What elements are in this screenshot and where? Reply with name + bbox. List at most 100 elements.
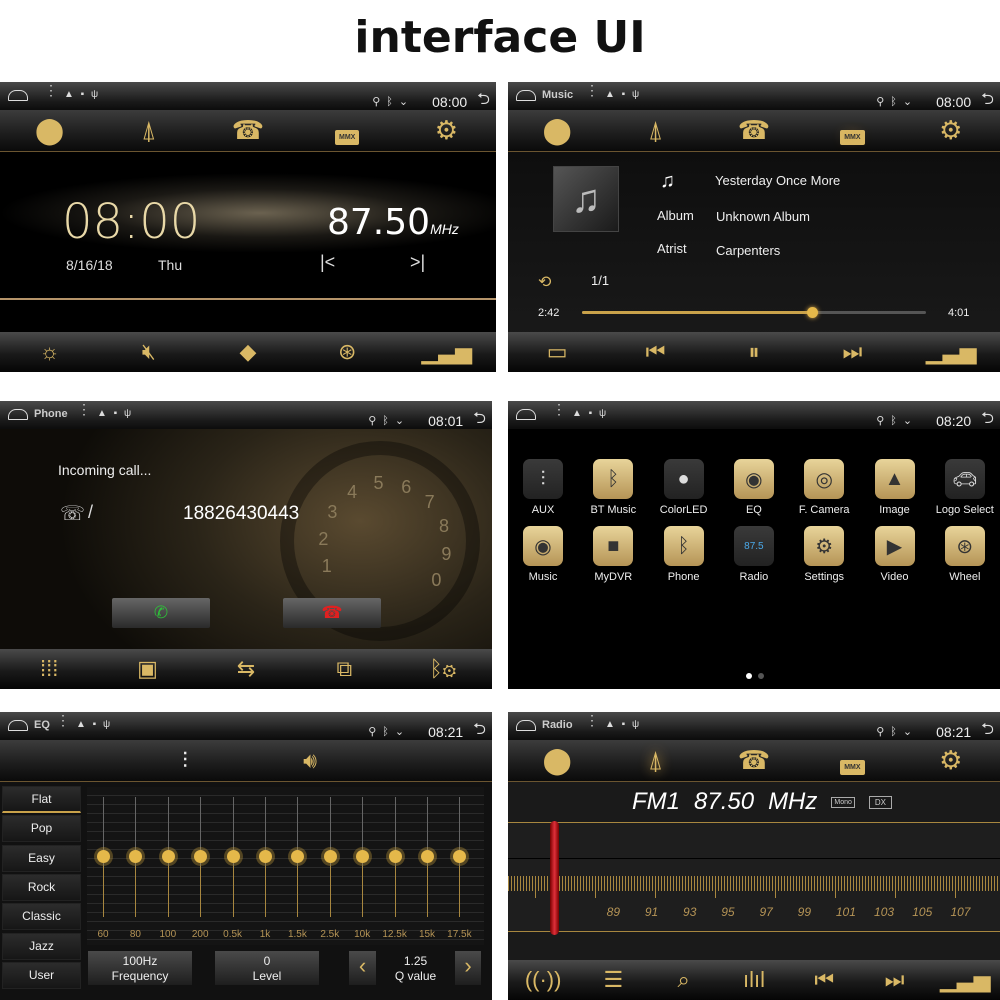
band-slider-knob[interactable] (194, 850, 208, 863)
folder-icon[interactable]: ▭ (532, 339, 582, 365)
mono-badge[interactable]: Mono (831, 796, 855, 808)
radio-tower-icon[interactable]: ⍋ (626, 115, 686, 147)
next-station-button[interactable]: >| (410, 252, 425, 273)
equalizer-icon[interactable]: ▁▃▅ (926, 339, 977, 365)
mmx-folder-icon[interactable]: MMX (822, 115, 882, 146)
previous-icon[interactable]: ⏮ (799, 967, 849, 993)
band-slider-knob[interactable] (453, 850, 467, 863)
app-wheel[interactable]: ⊛ Wheel (932, 526, 998, 583)
home-button[interactable] (516, 720, 536, 731)
settings-icon[interactable]: ⚙ (416, 115, 476, 146)
apps-icon[interactable]: ◆ (223, 339, 273, 365)
speaker-icon[interactable]: 🔊︎ (280, 748, 340, 774)
home-button[interactable] (516, 409, 536, 420)
band-slider-knob[interactable] (129, 850, 143, 863)
signal-icon[interactable]: ((·)) (518, 967, 568, 993)
progress-knob[interactable] (807, 307, 819, 318)
level-button[interactable]: 0 Level (214, 950, 320, 986)
preset-pop[interactable]: Pop (2, 815, 81, 843)
mute-icon[interactable]: 🔇︎ (124, 339, 174, 365)
previous-icon[interactable]: ⏮ (631, 339, 681, 365)
preset-rock[interactable]: Rock (2, 873, 81, 901)
preset-classic[interactable]: Classic (2, 903, 81, 931)
app-colorled[interactable]: ● ColorLED (651, 459, 717, 516)
phone-icon[interactable]: ☎ (218, 115, 278, 146)
navigation-icon[interactable]: ⬤ (20, 115, 80, 146)
app-logo-select[interactable]: 🚗︎ Logo Select (932, 459, 998, 516)
band-slider-knob[interactable] (161, 850, 175, 863)
home-button[interactable] (8, 90, 28, 101)
q-decrease-button[interactable]: ‹ (348, 950, 377, 986)
band-slider-knob[interactable] (259, 850, 272, 863)
band-slider-knob[interactable] (291, 850, 305, 863)
home-button[interactable] (516, 90, 536, 101)
preset-flat[interactable]: Flat (2, 786, 81, 813)
navigation-icon[interactable]: ⬤ (527, 115, 587, 146)
home-button[interactable] (8, 409, 28, 420)
mmx-folder-icon[interactable]: MMX (822, 745, 882, 776)
band-slider-knob[interactable] (226, 850, 240, 863)
repeat-icon[interactable]: ⟲ (538, 272, 551, 292)
answer-button[interactable]: ✆ (112, 598, 210, 628)
sliders-icon[interactable]: ⫶ (155, 748, 215, 774)
preset-easy[interactable]: Easy (2, 844, 81, 872)
contacts-icon[interactable]: ▣ (123, 656, 173, 682)
back-button[interactable]: ⮌ (473, 407, 486, 434)
app-music[interactable]: ◉ Music (510, 526, 576, 583)
radio-tower-icon[interactable]: ⍋ (119, 115, 179, 147)
call-log-icon[interactable]: ⇆ (221, 656, 271, 682)
q-increase-button[interactable]: › (454, 950, 482, 986)
radio-frequency[interactable]: 87.50MHz (327, 202, 459, 243)
dialpad-icon[interactable]: ⁞⁞⁞ (24, 656, 74, 682)
menu-icon[interactable]: ⋮ (552, 402, 566, 416)
menu-icon[interactable]: ⋮ (585, 713, 599, 727)
app-f-camera[interactable]: ◎ F. Camera (791, 459, 857, 516)
app-aux[interactable]: ⫶ AUX (510, 459, 576, 516)
settings-icon[interactable]: ⚙ (921, 745, 981, 776)
progress-track[interactable] (582, 307, 926, 318)
previous-station-button[interactable]: |< (320, 252, 335, 273)
page-dot-active[interactable] (746, 673, 752, 679)
app-bt-music[interactable]: ᛒ BT Music (580, 459, 646, 516)
band-slider-knob[interactable] (421, 850, 434, 863)
navigation-icon[interactable]: ⬤ (527, 745, 587, 776)
preset-user[interactable]: User (2, 961, 81, 989)
brightness-icon[interactable]: ☼ (25, 339, 75, 365)
frequency-button[interactable]: 100Hz Frequency (87, 950, 193, 986)
bluetooth-settings-icon[interactable]: ᛒ⚙ (418, 656, 468, 682)
home-button[interactable] (8, 720, 28, 731)
pause-icon[interactable]: ⏸ (729, 339, 779, 365)
mmx-folder-icon[interactable]: MMX (317, 115, 377, 146)
dx-badge[interactable]: DX (868, 795, 893, 809)
app-radio[interactable]: 87.5 Radio (721, 526, 787, 583)
band-slider-knob[interactable] (97, 850, 110, 863)
radio-tower-icon[interactable]: ⍋ (626, 745, 686, 777)
page-dot[interactable] (758, 673, 764, 679)
app-phone[interactable]: ᛒ Phone (651, 526, 717, 583)
tuning-needle[interactable] (550, 821, 559, 935)
steering-wheel-icon[interactable]: ⊛ (322, 339, 372, 365)
equalizer-icon[interactable]: ▁▃▅ (940, 967, 991, 993)
next-icon[interactable]: ⏭ (827, 339, 877, 365)
tuning-dial[interactable]: 89 91 93 95 97 99 101 103 105 107 (508, 821, 1000, 935)
band-slider-knob[interactable] (323, 850, 337, 863)
app-mydvr[interactable]: ■ MyDVR (580, 526, 646, 583)
preset-jazz[interactable]: Jazz (2, 932, 81, 960)
next-icon[interactable]: ⏭ (870, 967, 920, 993)
menu-icon[interactable]: ⋮ (56, 713, 70, 727)
spectrum-icon[interactable]: ılıl (729, 967, 779, 993)
menu-icon[interactable]: ⋮ (77, 402, 91, 416)
band-slider-knob[interactable] (356, 850, 370, 863)
search-icon[interactable]: ⌕ (659, 967, 709, 993)
equalizer-icon[interactable]: ▁▃▅ (421, 339, 472, 365)
app-settings[interactable]: ⚙ Settings (791, 526, 857, 583)
menu-icon[interactable]: ⋮ (44, 83, 58, 97)
app-eq[interactable]: ◉ EQ (721, 459, 787, 516)
reject-button[interactable]: ☎ (283, 598, 381, 628)
phone-icon[interactable]: ☎ (724, 115, 784, 146)
band-slider-knob[interactable] (388, 850, 402, 863)
app-image[interactable]: ▲ Image (862, 459, 928, 516)
menu-icon[interactable]: ⋮ (585, 83, 599, 97)
back-button[interactable]: ⮌ (981, 407, 994, 434)
band-label[interactable]: FM1 (632, 788, 680, 816)
